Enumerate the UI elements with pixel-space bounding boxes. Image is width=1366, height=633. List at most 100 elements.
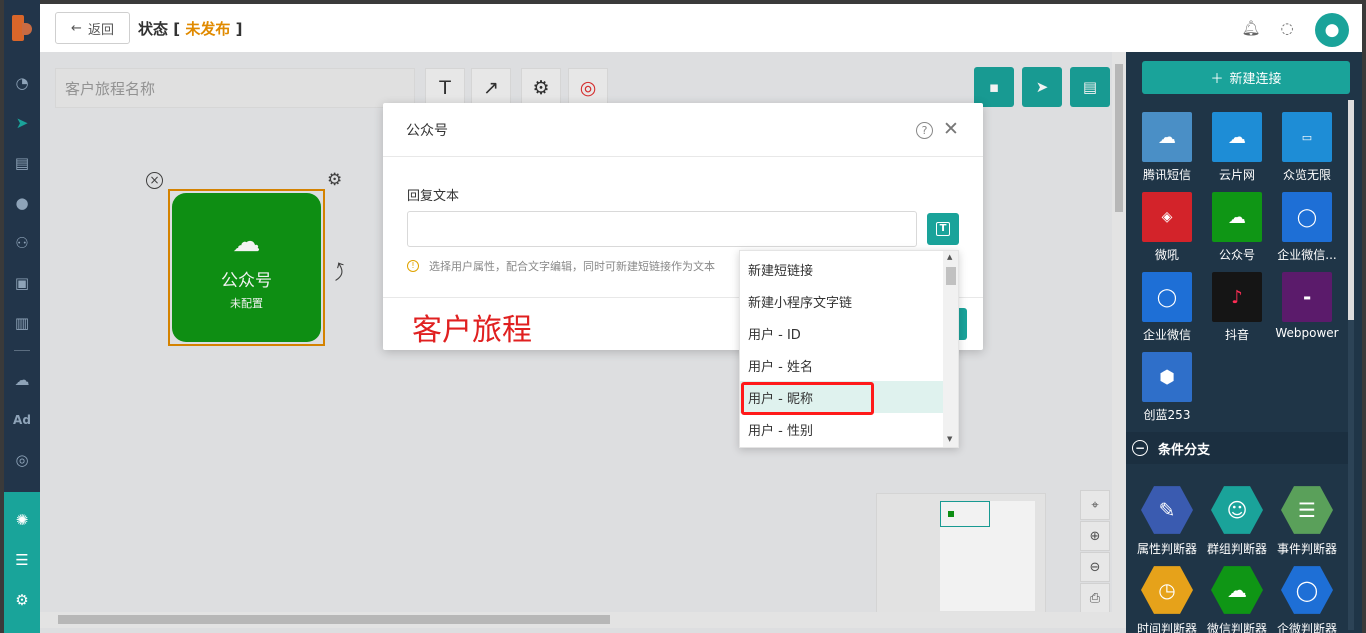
channel-wecom-ellipsis[interactable]: ◯ 企业微信... — [1272, 192, 1342, 263]
branch-group[interactable]: ☺ 群组判断器 — [1202, 484, 1272, 557]
channel-douyin[interactable]: ♪ 抖音 — [1202, 272, 1272, 343]
chuanglan-icon: ⬢ — [1142, 352, 1192, 402]
scroll-down-icon[interactable]: ▼ — [947, 435, 952, 443]
channel-chuanglan[interactable]: ⬢ 创蓝253 — [1132, 352, 1202, 423]
branch-wecom[interactable]: ◯ 企微判断器 — [1272, 564, 1342, 633]
channel-label: 创蓝253 — [1143, 408, 1191, 422]
reply-text-input[interactable] — [407, 211, 917, 247]
text-variable-icon: T — [936, 222, 950, 236]
layout-icon[interactable]: ▤ — [8, 152, 36, 174]
network-icon[interactable]: ✺ — [8, 509, 36, 531]
dropdown-item-new-short-link[interactable]: 新建短链接 — [740, 253, 943, 285]
branch-event[interactable]: ☰ 事件判断器 — [1272, 484, 1342, 557]
scroll-thumb[interactable] — [1348, 100, 1354, 320]
highlight-annotation-box — [741, 382, 874, 415]
condition-branch-section[interactable]: − 条件分支 — [1126, 432, 1352, 464]
new-connection-button[interactable]: ＋ 新建连接 — [1142, 61, 1350, 94]
wechat-icon: ☁ — [1212, 192, 1262, 242]
item-label: 用户 - 性别 — [748, 423, 813, 439]
server-icon[interactable]: ☰ — [8, 549, 36, 571]
channel-label: 抖音 — [1224, 328, 1249, 342]
reply-text-label: 回复文本 — [407, 189, 460, 204]
status-value: 未发布 — [185, 20, 231, 38]
channel-official-account[interactable]: ☁ 公众号 — [1202, 192, 1272, 263]
channel-webpower[interactable]: ▬ Webpower — [1272, 272, 1342, 340]
users-icon[interactable]: ⚇ — [8, 232, 36, 254]
wecom-icon: ◯ — [1142, 272, 1192, 322]
dropdown-scrollbar[interactable]: ▲ ▼ — [943, 251, 958, 447]
wechat-icon: ☁ — [1211, 566, 1263, 614]
help-icon[interactable]: ? — [916, 122, 933, 139]
status-label: 状态 — [138, 20, 169, 38]
message-icon[interactable]: ◌ — [1277, 19, 1297, 39]
channel-label: 企业微信... — [1277, 248, 1337, 262]
ad-icon[interactable]: Ad — [8, 409, 36, 431]
back-button[interactable]: ← 返回 — [55, 12, 130, 44]
branch-time[interactable]: ◷ 时间判断器 — [1132, 564, 1202, 633]
bookmark-icon[interactable]: ▣ — [8, 272, 36, 294]
send-icon[interactable]: ➤ — [8, 112, 36, 134]
dropdown-item-user-gender[interactable]: 用户 - 性别 — [740, 413, 943, 445]
channel-panel: ＋ 新建连接 ☁ 腾讯短信 ☁ 云片网 ▭ 众览无限 ◈ 微吼 ☁ 公众号 ◯ … — [1126, 52, 1366, 633]
info-icon: ! — [407, 260, 419, 272]
wechat-icon[interactable]: ☁ — [8, 369, 36, 391]
target-icon[interactable]: ◎ — [8, 449, 36, 471]
group-icon: ☺ — [1211, 486, 1263, 534]
top-header: ← 返回 状态 [ 未发布 ] 🔔︎ ◌ ● — [40, 0, 1366, 52]
wecom-icon: ◯ — [1282, 192, 1332, 242]
channel-wecom[interactable]: ◯ 企业微信 — [1132, 272, 1202, 343]
channel-tencent-sms[interactable]: ☁ 腾讯短信 — [1132, 112, 1202, 183]
clock-icon: ◷ — [1141, 566, 1193, 614]
user-icon[interactable]: ● — [8, 192, 36, 214]
webpower-icon: ▬ — [1282, 272, 1332, 322]
channel-zhonglan[interactable]: ▭ 众览无限 — [1272, 112, 1342, 183]
branch-wechat[interactable]: ☁ 微信判断器 — [1202, 564, 1272, 633]
dropdown-item-new-miniprogram-link[interactable]: 新建小程序文字链 — [740, 285, 943, 317]
tiktok-icon: ♪ — [1212, 272, 1262, 322]
variable-dropdown: 新建短链接 新建小程序文字链 用户 - ID 用户 - 姓名 用户 - 昵称 用… — [739, 250, 959, 448]
sidebar-divider — [14, 350, 30, 351]
branch-label: 微信判断器 — [1206, 622, 1267, 633]
dashboard-icon[interactable]: ◔ — [8, 72, 36, 94]
dialog-header: 公众号 ? ✕ — [383, 103, 983, 157]
app-logo — [12, 15, 34, 41]
plus-icon: ＋ — [1210, 72, 1224, 87]
user-avatar[interactable]: ● — [1315, 13, 1349, 47]
branch-attribute[interactable]: ✎ 属性判断器 — [1132, 484, 1202, 557]
branch-label: 时间判断器 — [1136, 622, 1197, 633]
sidebar-bottom-panel: ✺ ☰ ⚙ — [4, 492, 40, 633]
item-label: 新建小程序文字链 — [748, 295, 853, 311]
branch-label: 群组判断器 — [1206, 542, 1267, 556]
channel-label: 众览无限 — [1282, 168, 1331, 182]
channel-label: 云片网 — [1218, 168, 1255, 182]
status-bracket-close: ] — [235, 20, 243, 38]
branch-label: 企微判断器 — [1276, 622, 1337, 633]
dropdown-item-user-id[interactable]: 用户 - ID — [740, 317, 943, 349]
scroll-up-icon[interactable]: ▲ — [947, 253, 952, 261]
channel-yunpian[interactable]: ☁ 云片网 — [1202, 112, 1272, 183]
arrow-left-icon: ← — [71, 20, 82, 36]
back-label: 返回 — [87, 22, 114, 38]
bell-icon[interactable]: 🔔︎ — [1241, 19, 1261, 39]
channel-weihou[interactable]: ◈ 微吼 — [1132, 192, 1202, 263]
wecom-icon: ◯ — [1281, 566, 1333, 614]
new-connection-label: 新建连接 — [1229, 72, 1282, 87]
channel-label: 公众号 — [1218, 248, 1255, 262]
scroll-thumb[interactable] — [946, 267, 956, 285]
weihou-icon: ◈ — [1142, 192, 1192, 242]
weiwei-icon: ▭ — [1282, 112, 1332, 162]
settings-icon[interactable]: ⚙ — [8, 589, 36, 611]
bar-chart-icon[interactable]: ▥ — [8, 312, 36, 334]
close-icon[interactable]: ✕ — [943, 118, 959, 140]
branch-label: 事件判断器 — [1276, 542, 1337, 556]
insert-variable-button[interactable]: T — [927, 213, 959, 245]
journey-caption: 客户旅程 — [412, 313, 532, 348]
panel-scrollbar[interactable] — [1348, 100, 1354, 630]
channel-label: 微吼 — [1154, 248, 1179, 262]
channel-label: Webpower — [1275, 326, 1339, 340]
dropdown-item-user-name[interactable]: 用户 - 姓名 — [740, 349, 943, 381]
journey-status: 状态 [ 未发布 ] — [138, 18, 242, 39]
dialog-title: 公众号 — [406, 122, 448, 139]
item-label: 用户 - ID — [748, 327, 801, 343]
list-icon: ☰ — [1281, 486, 1333, 534]
